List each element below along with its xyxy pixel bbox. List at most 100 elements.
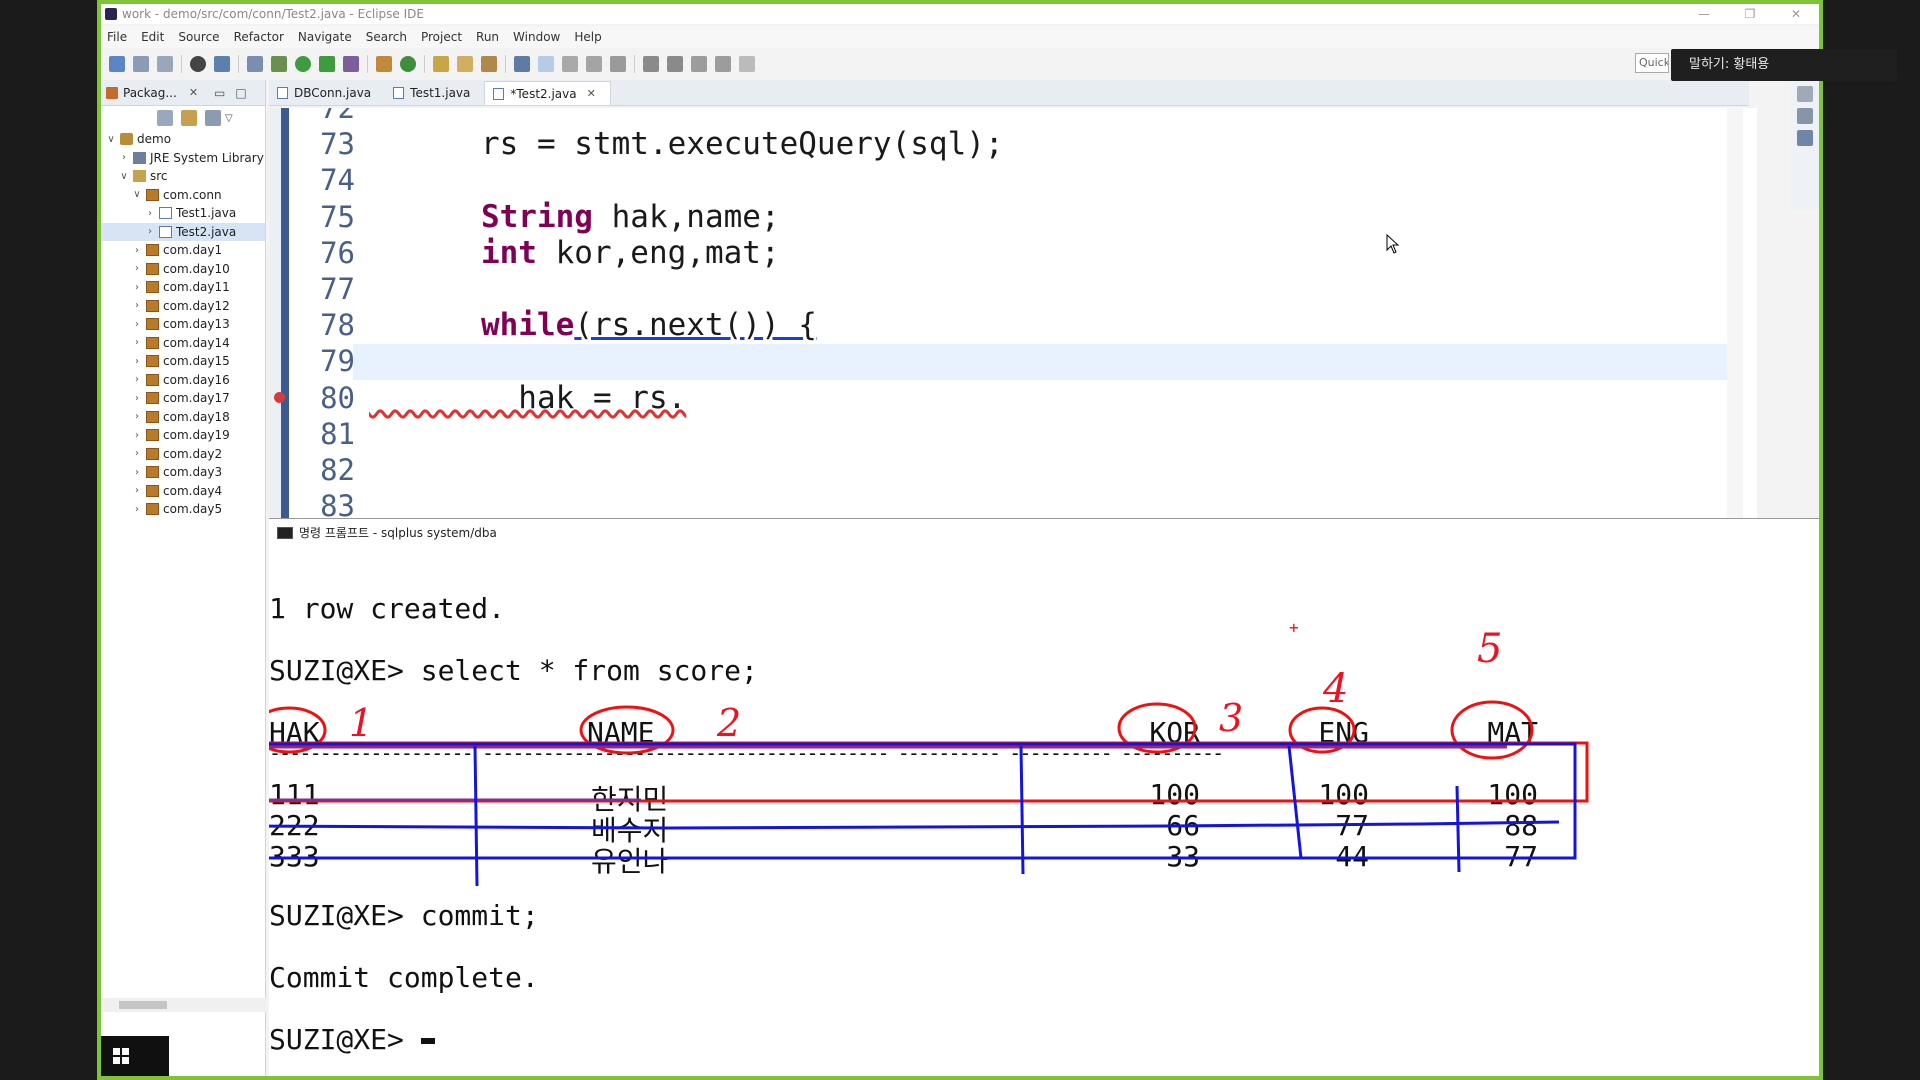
outline-view-icon[interactable] xyxy=(1797,108,1813,124)
collapse-arrow-icon[interactable]: › xyxy=(131,448,143,459)
collapse-arrow-icon[interactable]: › xyxy=(131,300,143,311)
restore-view-icon[interactable] xyxy=(1797,86,1813,102)
collapse-all-icon[interactable] xyxy=(157,110,173,126)
tree-item[interactable]: › com.day10 xyxy=(101,260,265,279)
back-icon[interactable] xyxy=(715,56,731,72)
tree-item[interactable]: › com.day5 xyxy=(101,500,265,519)
tree-item[interactable]: › com.day19 xyxy=(101,426,265,445)
minimize-view-icon[interactable]: ▭ xyxy=(214,86,225,100)
menu-refactor[interactable]: Refactor xyxy=(228,30,292,44)
expand-arrow-icon[interactable]: ∨ xyxy=(131,189,143,200)
collapse-arrow-icon[interactable]: › xyxy=(131,467,143,478)
tree-item[interactable]: › com.day4 xyxy=(101,482,265,501)
collapse-arrow-icon[interactable]: › xyxy=(131,430,143,441)
open-task-icon[interactable] xyxy=(457,56,473,72)
save-all-icon[interactable] xyxy=(157,56,173,72)
pointer-icon[interactable] xyxy=(247,56,263,72)
show-whitespace-icon[interactable] xyxy=(610,56,626,72)
new-icon[interactable] xyxy=(109,56,125,72)
code-editor[interactable]: 72 73 74 75 76 77 78 79 80 81 82 83 rs =… xyxy=(269,108,1757,518)
collapse-arrow-icon[interactable]: › xyxy=(131,263,143,274)
tree-item[interactable]: › com.day15 xyxy=(101,352,265,371)
close-icon[interactable]: ✕ xyxy=(189,86,198,99)
tree-item[interactable]: ∨ src xyxy=(101,167,265,186)
collapse-arrow-icon[interactable]: › xyxy=(131,337,143,348)
tree-item[interactable]: › com.day11 xyxy=(101,278,265,297)
tree-item[interactable]: › com.day17 xyxy=(101,389,265,408)
highlight-icon[interactable] xyxy=(538,56,554,72)
windows-start-icon[interactable] xyxy=(113,1048,129,1064)
run-icon[interactable] xyxy=(295,56,311,72)
collapse-arrow-icon[interactable]: › xyxy=(144,208,156,219)
tree-item[interactable]: › com.day16 xyxy=(101,371,265,390)
tree-item[interactable]: › Test2.java xyxy=(101,222,265,241)
next-annotation-icon[interactable] xyxy=(643,56,659,72)
vertical-scrollbar[interactable] xyxy=(1727,108,1743,518)
collapse-arrow-icon[interactable]: › xyxy=(131,245,143,256)
prev-annotation-icon[interactable] xyxy=(667,56,683,72)
tree-item[interactable]: ∨ demo xyxy=(101,130,265,149)
view-menu-icon[interactable]: ▽ xyxy=(225,113,233,124)
tree-item[interactable]: › com.day12 xyxy=(101,297,265,316)
collapse-arrow-icon[interactable]: › xyxy=(131,504,143,515)
debug-icon[interactable] xyxy=(271,56,287,72)
close-icon[interactable]: ✕ xyxy=(587,87,596,100)
search-icon[interactable] xyxy=(481,56,497,72)
tree-item[interactable]: › com.day2 xyxy=(101,445,265,464)
menu-window[interactable]: Window xyxy=(507,30,568,44)
close-button[interactable]: ✕ xyxy=(1773,4,1819,24)
console-output[interactable]: 1 row created. SUZI@XE> select * from sc… xyxy=(269,546,1819,1076)
maximize-view-icon[interactable]: □ xyxy=(235,86,246,100)
terminal-icon[interactable] xyxy=(214,56,230,72)
collapse-arrow-icon[interactable]: › xyxy=(131,356,143,367)
tree-item[interactable]: ∨ com.conn xyxy=(101,186,265,205)
menu-source[interactable]: Source xyxy=(172,30,227,44)
menu-help[interactable]: Help xyxy=(568,30,609,44)
expand-arrow-icon[interactable]: ∨ xyxy=(105,134,117,145)
menu-project[interactable]: Project xyxy=(415,30,470,44)
collapse-arrow-icon[interactable]: › xyxy=(131,282,143,293)
expand-arrow-icon[interactable]: ∨ xyxy=(118,171,130,182)
horizontal-scrollbar[interactable] xyxy=(101,998,266,1012)
collapse-arrow-icon[interactable]: › xyxy=(131,374,143,385)
tree-item[interactable]: › com.day14 xyxy=(101,334,265,353)
new-package-icon[interactable] xyxy=(376,56,392,72)
collapse-arrow-icon[interactable]: › xyxy=(131,411,143,422)
package-explorer-tab[interactable]: Packag... ✕ ▭ □ xyxy=(101,80,265,106)
collapse-arrow-icon[interactable]: › xyxy=(118,152,130,163)
error-icon[interactable] xyxy=(274,392,285,403)
collapse-arrow-icon[interactable]: › xyxy=(131,485,143,496)
filter-icon[interactable] xyxy=(205,110,221,126)
word-wrap-icon[interactable] xyxy=(586,56,602,72)
tree-item[interactable]: › com.day3 xyxy=(101,463,265,482)
save-icon[interactable] xyxy=(133,56,149,72)
tree-item[interactable]: › com.day13 xyxy=(101,315,265,334)
collapse-arrow-icon[interactable]: › xyxy=(131,393,143,404)
maximize-button[interactable]: ❐ xyxy=(1727,4,1773,24)
minimize-button[interactable]: — xyxy=(1681,4,1727,24)
block-selection-icon[interactable] xyxy=(562,56,578,72)
tree-item[interactable]: › Test1.java xyxy=(101,204,265,223)
task-view-icon[interactable] xyxy=(1797,130,1813,146)
tree-item[interactable]: › JRE System Library xyxy=(101,149,265,168)
quick-access-input[interactable]: Quick xyxy=(1635,53,1669,73)
external-tools-icon[interactable] xyxy=(343,56,359,72)
tree-item[interactable]: › com.day18 xyxy=(101,408,265,427)
last-edit-icon[interactable] xyxy=(691,56,707,72)
menu-search[interactable]: Search xyxy=(360,30,415,44)
open-type-icon[interactable] xyxy=(433,56,449,72)
tab-dbconn[interactable]: DBConn.java xyxy=(269,81,385,105)
link-editor-icon[interactable] xyxy=(181,110,197,126)
menu-file[interactable]: File xyxy=(101,30,135,44)
coverage-icon[interactable] xyxy=(319,56,335,72)
tab-test2[interactable]: *Test2.java ✕ xyxy=(484,81,611,105)
tab-test1[interactable]: Test1.java xyxy=(385,81,484,105)
skip-breakpoints-icon[interactable] xyxy=(190,56,206,72)
collapse-arrow-icon[interactable]: › xyxy=(131,319,143,330)
forward-icon[interactable] xyxy=(739,56,755,72)
tree-item[interactable]: › com.day1 xyxy=(101,241,265,260)
menu-navigate[interactable]: Navigate xyxy=(292,30,360,44)
menu-run[interactable]: Run xyxy=(470,30,507,44)
toggle-mark-icon[interactable] xyxy=(514,56,530,72)
menu-edit[interactable]: Edit xyxy=(135,30,172,44)
